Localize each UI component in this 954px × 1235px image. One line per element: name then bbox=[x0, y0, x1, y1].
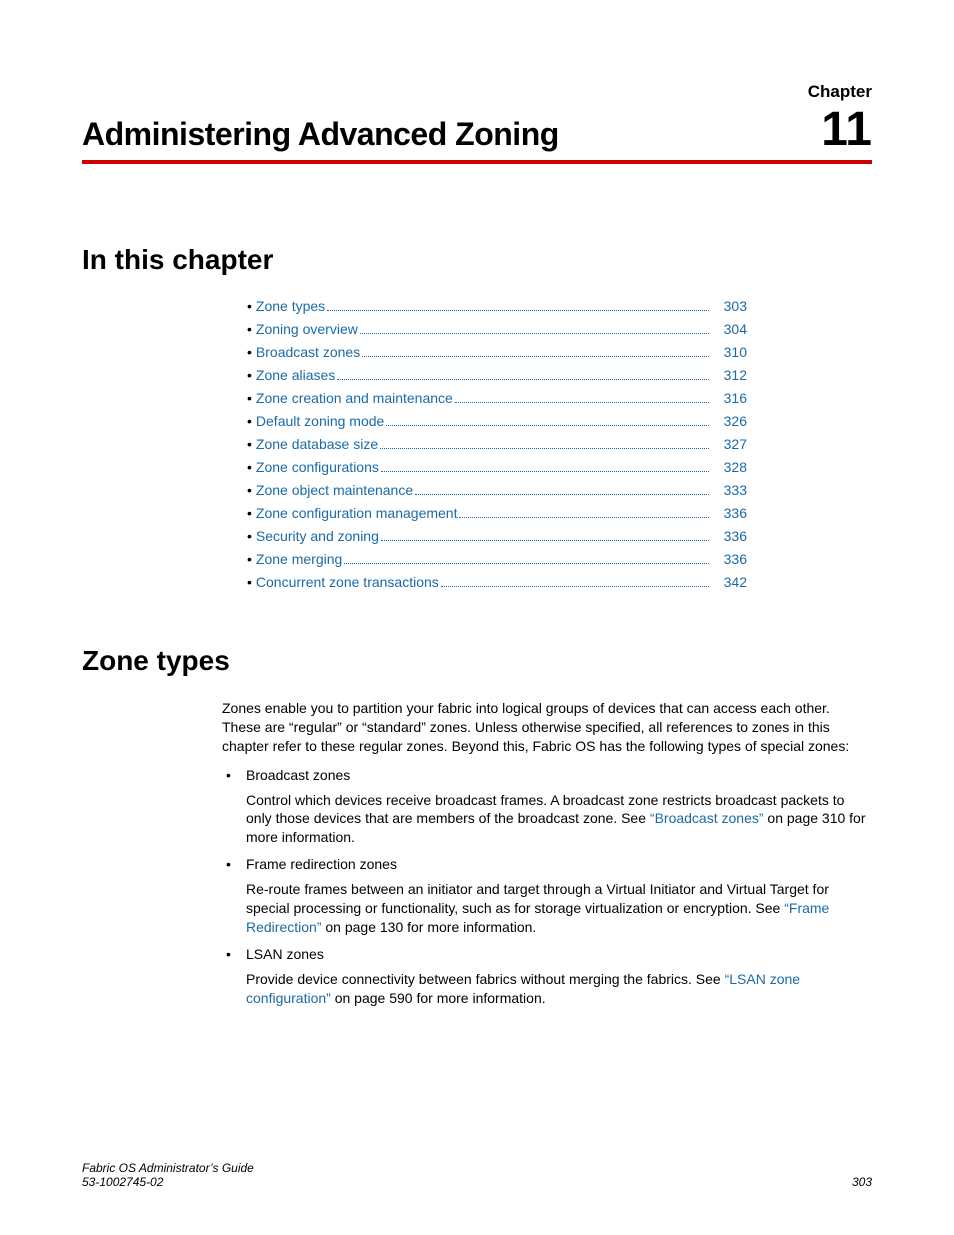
section-in-this-chapter: In this chapter bbox=[82, 244, 872, 276]
toc-link[interactable]: Zone creation and maintenance bbox=[256, 390, 453, 406]
toc-leader-dots bbox=[327, 310, 709, 311]
toc-leader-dots bbox=[415, 494, 709, 495]
zone-types-body: Zones enable you to partition your fabri… bbox=[222, 699, 872, 1007]
toc-row: •Zone configuration management 336 bbox=[247, 505, 747, 521]
list-item-title: Frame redirection zones bbox=[246, 855, 872, 874]
toc-link[interactable]: Concurrent zone transactions bbox=[256, 574, 439, 590]
toc-link[interactable]: Security and zoning bbox=[256, 528, 379, 544]
footer-page-number: 303 bbox=[852, 1175, 872, 1189]
toc-page-link[interactable]: 328 bbox=[713, 459, 747, 475]
list-item: Frame redirection zones Re-route frames b… bbox=[222, 855, 872, 937]
toc-row: •Concurrent zone transactions 342 bbox=[247, 574, 747, 590]
toc-leader-dots bbox=[381, 540, 709, 541]
bullet-icon: • bbox=[247, 344, 252, 360]
bullet-icon: • bbox=[247, 505, 252, 521]
toc-link[interactable]: Zone object maintenance bbox=[256, 482, 413, 498]
toc-link[interactable]: Zone database size bbox=[256, 436, 378, 452]
toc-row: •Zone merging 336 bbox=[247, 551, 747, 567]
toc-page-link[interactable]: 333 bbox=[713, 482, 747, 498]
toc-row: •Zone database size 327 bbox=[247, 436, 747, 452]
list-item-title: LSAN zones bbox=[246, 945, 872, 964]
toc-row: •Zone creation and maintenance 316 bbox=[247, 390, 747, 406]
toc-leader-dots bbox=[441, 586, 709, 587]
toc-link[interactable]: Default zoning mode bbox=[256, 413, 384, 429]
toc-link[interactable]: Zone aliases bbox=[256, 367, 335, 383]
toc-leader-dots bbox=[459, 517, 709, 518]
toc-page-link[interactable]: 310 bbox=[713, 344, 747, 360]
toc-link[interactable]: Zone types bbox=[256, 298, 325, 314]
toc-row: •Zoning overview 304 bbox=[247, 321, 747, 337]
toc-leader-dots bbox=[344, 563, 709, 564]
toc-row: •Zone object maintenance 333 bbox=[247, 482, 747, 498]
toc-page-link[interactable]: 316 bbox=[713, 390, 747, 406]
toc-leader-dots bbox=[386, 425, 709, 426]
toc-row: •Security and zoning 336 bbox=[247, 528, 747, 544]
toc-leader-dots bbox=[380, 448, 709, 449]
toc-leader-dots bbox=[381, 471, 709, 472]
toc-leader-dots bbox=[337, 379, 709, 380]
description-text: Re-route frames between an initiator and… bbox=[246, 881, 829, 916]
chapter-number: 11 bbox=[821, 106, 872, 154]
toc-link[interactable]: Zone configurations bbox=[256, 459, 379, 475]
toc-row: •Broadcast zones 310 bbox=[247, 344, 747, 360]
toc-page-link[interactable]: 342 bbox=[713, 574, 747, 590]
bullet-icon: • bbox=[247, 436, 252, 452]
footer-left: Fabric OS Administrator’s Guide 53-10027… bbox=[82, 1161, 254, 1189]
toc-row: •Default zoning mode 326 bbox=[247, 413, 747, 429]
toc-link[interactable]: Zoning overview bbox=[256, 321, 358, 337]
toc-page-link[interactable]: 336 bbox=[713, 551, 747, 567]
cross-reference-link[interactable]: “Broadcast zones” bbox=[650, 810, 764, 826]
chapter-label: Chapter bbox=[82, 82, 872, 102]
bullet-icon: • bbox=[247, 574, 252, 590]
toc-page-link[interactable]: 312 bbox=[713, 367, 747, 383]
bullet-icon: • bbox=[247, 367, 252, 383]
toc-leader-dots bbox=[360, 333, 709, 334]
toc-page-link[interactable]: 336 bbox=[713, 528, 747, 544]
list-item-description: Re-route frames between an initiator and… bbox=[246, 880, 872, 937]
bullet-icon: • bbox=[247, 413, 252, 429]
toc-link[interactable]: Zone merging bbox=[256, 551, 342, 567]
toc-row: •Zone aliases 312 bbox=[247, 367, 747, 383]
toc-row: •Zone configurations 328 bbox=[247, 459, 747, 475]
toc-page-link[interactable]: 327 bbox=[713, 436, 747, 452]
chapter-header: Administering Advanced Zoning 11 bbox=[82, 106, 872, 164]
page-footer: Fabric OS Administrator’s Guide 53-10027… bbox=[82, 1161, 872, 1189]
toc-page-link[interactable]: 303 bbox=[713, 298, 747, 314]
zone-types-intro: Zones enable you to partition your fabri… bbox=[222, 699, 872, 756]
bullet-icon: • bbox=[247, 390, 252, 406]
bullet-icon: • bbox=[247, 321, 252, 337]
list-item-description: Control which devices receive broadcast … bbox=[246, 791, 872, 848]
toc-link[interactable]: Broadcast zones bbox=[256, 344, 360, 360]
section-zone-types: Zone types bbox=[82, 645, 872, 677]
bullet-icon: • bbox=[247, 551, 252, 567]
toc-row: •Zone types 303 bbox=[247, 298, 747, 314]
toc-leader-dots bbox=[362, 356, 709, 357]
toc-page-link[interactable]: 336 bbox=[713, 505, 747, 521]
toc-leader-dots bbox=[455, 402, 709, 403]
bullet-icon: • bbox=[247, 528, 252, 544]
bullet-icon: • bbox=[247, 459, 252, 475]
description-text: on page 130 for more information. bbox=[321, 919, 536, 935]
description-text: Provide device connectivity between fabr… bbox=[246, 971, 725, 987]
list-item-title: Broadcast zones bbox=[246, 766, 872, 785]
description-text: on page 590 for more information. bbox=[331, 990, 546, 1006]
toc-page-link[interactable]: 326 bbox=[713, 413, 747, 429]
list-item: Broadcast zones Control which devices rec… bbox=[222, 766, 872, 848]
list-item: LSAN zones Provide device connectivity be… bbox=[222, 945, 872, 1008]
list-item-description: Provide device connectivity between fabr… bbox=[246, 970, 872, 1008]
toc-link[interactable]: Zone configuration management bbox=[256, 505, 458, 521]
toc-page-link[interactable]: 304 bbox=[713, 321, 747, 337]
footer-book-title: Fabric OS Administrator’s Guide bbox=[82, 1161, 254, 1175]
toc-list: •Zone types303•Zoning overview304•Broadc… bbox=[247, 298, 747, 590]
bullet-icon: • bbox=[247, 298, 252, 314]
chapter-title: Administering Advanced Zoning bbox=[82, 116, 559, 153]
bullet-icon: • bbox=[247, 482, 252, 498]
footer-doc-number: 53-1002745-02 bbox=[82, 1175, 254, 1189]
